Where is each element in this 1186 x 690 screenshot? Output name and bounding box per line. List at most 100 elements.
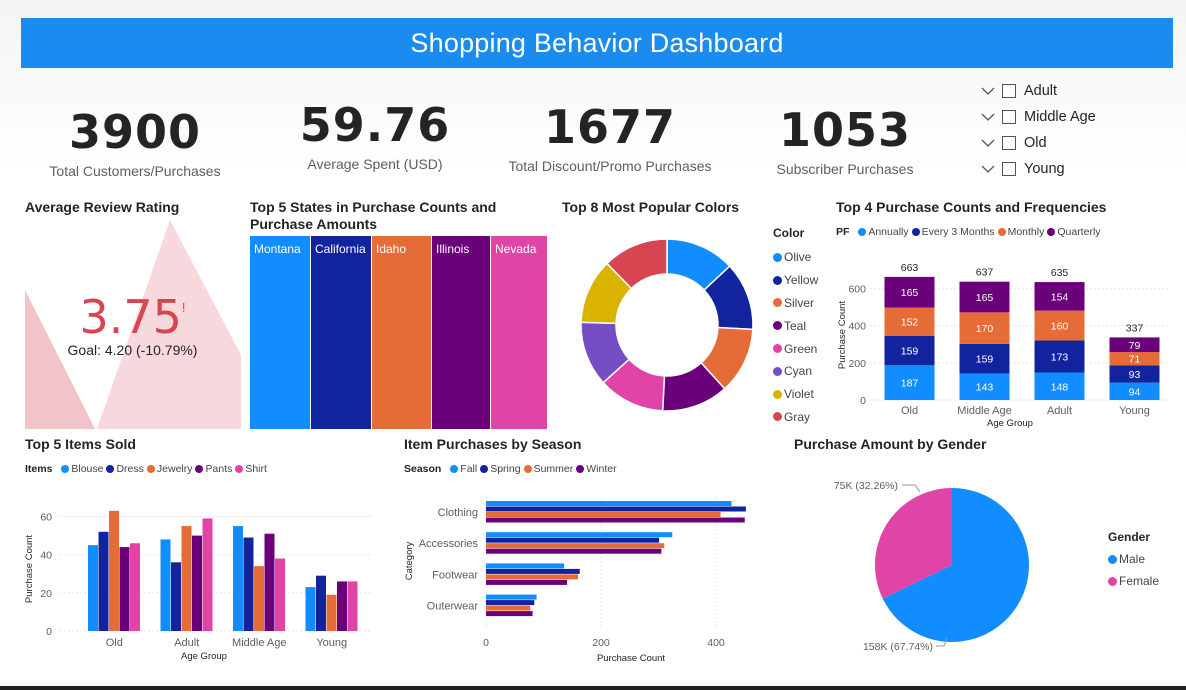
legend-dot xyxy=(1108,554,1117,564)
legend-dot xyxy=(106,465,115,473)
legend-dot xyxy=(773,344,782,354)
bar[interactable] xyxy=(264,533,275,631)
bar[interactable] xyxy=(486,517,745,523)
data-label: 93 xyxy=(1129,369,1141,381)
bar[interactable] xyxy=(109,510,119,631)
states-title-line: Top 5 States in Purchase Counts and xyxy=(250,199,497,215)
bar[interactable] xyxy=(233,526,243,631)
legend-title: PF xyxy=(836,226,850,238)
treemap-cell-montana[interactable]: Montana xyxy=(250,236,310,429)
bar[interactable] xyxy=(486,611,533,617)
chevron-down-icon[interactable] xyxy=(980,83,996,99)
checkbox[interactable] xyxy=(1002,84,1016,98)
y-tick-label: 200 xyxy=(848,358,866,370)
bar[interactable] xyxy=(486,532,673,538)
legend-label: Dress xyxy=(116,463,144,475)
legend-item-shirt[interactable]: Shirt xyxy=(235,463,267,475)
bar[interactable] xyxy=(486,501,732,506)
legend-item-quarterly[interactable]: Quarterly xyxy=(1047,226,1101,238)
treemap-cell-california[interactable]: California xyxy=(311,236,371,429)
treemap-cell-nevada[interactable]: Nevada xyxy=(491,236,547,429)
legend-dot xyxy=(523,465,532,473)
data-label-female: 75K (32.26%) xyxy=(834,480,898,492)
chevron-down-icon[interactable] xyxy=(980,109,996,125)
freq-legend: PF Annually Every 3 Months Monthly Quarterl… xyxy=(836,226,1104,238)
legend-title: Items xyxy=(25,463,53,475)
legend-item-yellow[interactable]: Yellow xyxy=(773,269,818,292)
bar[interactable] xyxy=(347,581,358,631)
legend-item-annually[interactable]: Annually xyxy=(858,226,909,238)
bar[interactable] xyxy=(326,594,337,631)
legend-item-monthly[interactable]: Monthly xyxy=(997,226,1044,238)
bar[interactable] xyxy=(486,563,565,569)
bar[interactable] xyxy=(486,594,537,600)
legend-item-summer[interactable]: Summer xyxy=(523,463,573,475)
legend-item-gray[interactable]: Gray xyxy=(773,406,818,429)
y-tick-label: Footwear xyxy=(432,569,478,581)
legend-item-fall[interactable]: Fall xyxy=(450,463,477,475)
x-tick-label: Young xyxy=(316,637,347,649)
bar[interactable] xyxy=(275,558,285,631)
treemap-cell-idaho[interactable]: Idaho xyxy=(372,236,431,429)
legend-item-winter[interactable]: Winter xyxy=(576,463,617,475)
legend-item-pants[interactable]: Pants xyxy=(195,463,232,475)
bar[interactable] xyxy=(160,539,171,631)
legend-item-silver[interactable]: Silver xyxy=(773,292,818,315)
bar[interactable] xyxy=(243,537,254,631)
bar[interactable] xyxy=(486,543,665,549)
y-tick-label: Accessories xyxy=(419,538,479,550)
legend-item-teal[interactable]: Teal xyxy=(773,314,818,337)
legend-item-jewelry[interactable]: Jewelry xyxy=(146,463,192,475)
bar[interactable] xyxy=(486,537,660,543)
legend-dot xyxy=(858,228,867,236)
legend-item-male[interactable]: Male xyxy=(1108,548,1159,570)
slicer-item-young[interactable]: Young xyxy=(980,156,1140,182)
bar[interactable] xyxy=(486,600,535,606)
bar[interactable] xyxy=(254,566,264,631)
chevron-down-icon[interactable] xyxy=(980,161,996,177)
bar[interactable] xyxy=(486,548,662,554)
checkbox[interactable] xyxy=(1002,110,1016,124)
bar[interactable] xyxy=(486,579,568,585)
bar[interactable] xyxy=(202,518,213,631)
bar[interactable] xyxy=(192,535,202,631)
legend-item-blouse[interactable]: Blouse xyxy=(61,463,103,475)
legend-item-cyan[interactable]: Cyan xyxy=(773,360,818,383)
legend-item-every-3-months[interactable]: Every 3 Months xyxy=(911,226,995,238)
rating-title: Average Review Rating xyxy=(25,199,180,215)
legend-dot xyxy=(576,465,585,473)
checkbox[interactable] xyxy=(1002,162,1016,176)
legend-dot xyxy=(1108,576,1117,586)
legend-item-green[interactable]: Green xyxy=(773,337,818,360)
bar[interactable] xyxy=(98,531,109,631)
x-tick-label: Adult xyxy=(174,637,199,649)
bar[interactable] xyxy=(486,512,721,517)
legend-item-spring[interactable]: Spring xyxy=(480,463,521,475)
bar[interactable] xyxy=(337,581,347,631)
chevron-down-icon[interactable] xyxy=(980,135,996,151)
legend-label: Yellow xyxy=(784,273,819,288)
bar[interactable] xyxy=(130,543,140,631)
bar[interactable] xyxy=(486,574,578,580)
slicer-item-old[interactable]: Old xyxy=(980,130,1140,156)
checkbox[interactable] xyxy=(1002,136,1016,150)
legend-item-violet[interactable]: Violet xyxy=(773,383,818,406)
legend-item-olive[interactable]: Olive xyxy=(773,246,818,269)
bar[interactable] xyxy=(316,575,326,631)
bar[interactable] xyxy=(305,587,316,631)
bar[interactable] xyxy=(486,605,531,611)
legend-item-dress[interactable]: Dress xyxy=(106,463,144,475)
states-treemap: Montana California Idaho Illinois Nevada xyxy=(250,236,547,429)
slicer-item-middle-age[interactable]: Middle Age xyxy=(980,104,1140,130)
treemap-cell-illinois[interactable]: Illinois xyxy=(432,236,490,429)
bar[interactable] xyxy=(88,545,98,631)
bar[interactable] xyxy=(171,562,181,631)
bar[interactable] xyxy=(181,526,192,631)
x-tick-label: Adult xyxy=(1047,405,1072,417)
legend-item-female[interactable]: Female xyxy=(1108,570,1159,592)
slicer-item-adult[interactable]: Adult xyxy=(980,78,1140,104)
bar[interactable] xyxy=(486,506,746,512)
legend-label: Silver xyxy=(784,295,815,310)
bar[interactable] xyxy=(119,547,130,631)
bar[interactable] xyxy=(486,568,580,574)
